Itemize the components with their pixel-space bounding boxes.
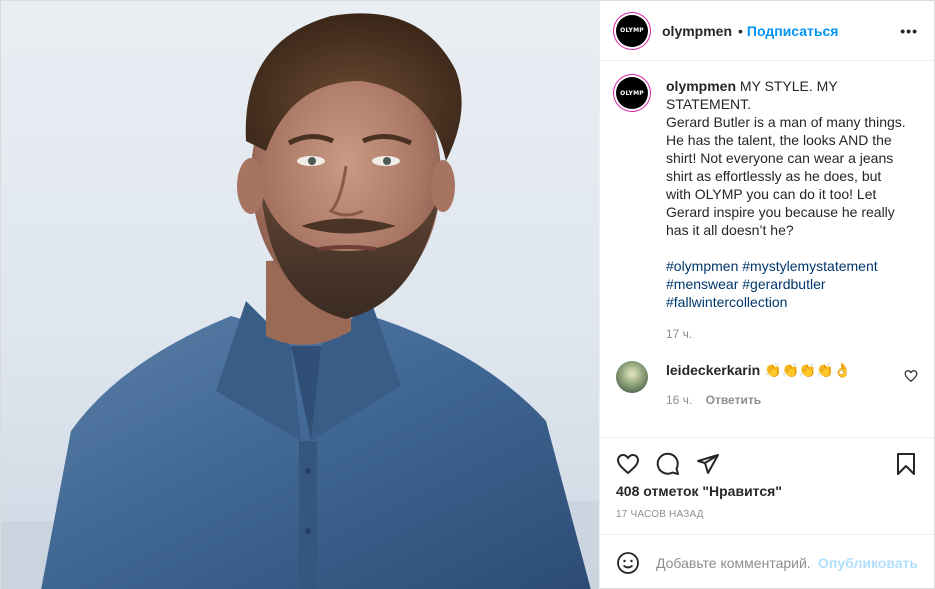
caption-text-line: Gerard inspire you because he really [666, 204, 895, 220]
author-username[interactable]: olympmen [662, 23, 732, 39]
comment-icon[interactable] [656, 452, 680, 476]
reply-comment: leideckerkarin 👏👏👏👏👌 16 ч. Ответить [616, 361, 918, 409]
follow-button[interactable]: Подписаться [747, 23, 839, 39]
author-avatar[interactable]: OLYMP [616, 14, 648, 47]
more-options-icon[interactable]: ••• [900, 23, 918, 39]
caption-avatar[interactable]: OLYMP [616, 77, 648, 109]
caption-text-line: He has the talent, the looks AND the [666, 132, 892, 148]
reply-body: leideckerkarin 👏👏👏👏👌 16 ч. Ответить [666, 361, 896, 409]
caption-comment: OLYMP olympmen MY STYLE. MY STATEMENT. G… [616, 77, 918, 343]
emoji-icon[interactable] [616, 551, 640, 575]
post-dialog: OLYMP olympmen • Подписаться ••• OLYMP o… [0, 0, 935, 589]
man-in-denim-shirt-photo [1, 13, 599, 589]
avatar-logo-text: OLYMP [620, 89, 644, 97]
like-comment-heart-icon[interactable] [904, 369, 918, 383]
hashtag-link[interactable]: #menswear [666, 276, 738, 292]
comment-input[interactable]: Добавьте комментарий... [656, 555, 812, 571]
share-icon[interactable] [696, 452, 720, 476]
post-header: OLYMP olympmen • Подписаться ••• [600, 1, 934, 61]
caption-text-line: with OLYMP you can do it too! Let [666, 186, 877, 202]
commenter-avatar[interactable] [616, 361, 648, 393]
caption-text-line: shirt! Not everyone can wear a jeans [666, 150, 894, 166]
hashtag-link[interactable]: #gerardbutler [742, 276, 825, 292]
reply-timestamp[interactable]: 16 ч. [666, 393, 692, 407]
likes-count[interactable]: 408 отметок "Нравится" [600, 483, 934, 499]
add-comment-bar: Добавьте комментарий... Опубликовать [600, 534, 934, 589]
reply-meta: 16 ч. Ответить [666, 391, 896, 409]
publish-button[interactable]: Опубликовать [818, 555, 918, 571]
caption-text-line: Gerard Butler is a man of many things. [666, 114, 906, 130]
hashtags: #olympmen #mystylemystatement #menswear … [666, 257, 918, 311]
header-separator: • [738, 22, 743, 39]
caption-text-line: shirt as effortlessly as he does, but [666, 168, 882, 184]
reply-button[interactable]: Ответить [706, 393, 761, 407]
hashtag-link[interactable]: #olympmen [666, 258, 738, 274]
reply-text: 👏👏👏👏👌 [764, 362, 852, 378]
posted-time[interactable]: 17 часов назад [600, 509, 934, 520]
caption-text-line: has it all doesn’t he? [666, 222, 794, 238]
caption-text-line: MY STYLE. MY [739, 78, 838, 94]
post-photo[interactable] [1, 1, 599, 589]
comments-list[interactable]: OLYMP olympmen MY STYLE. MY STATEMENT. G… [600, 61, 934, 437]
avatar-logo-text: OLYMP [620, 27, 644, 34]
hashtag-link[interactable]: #fallwintercollection [666, 294, 787, 310]
bookmark-icon[interactable] [894, 452, 918, 476]
like-heart-icon[interactable] [616, 452, 640, 476]
hashtag-link[interactable]: #mystylemystatement [742, 258, 877, 274]
post-side-panel: OLYMP olympmen • Подписаться ••• OLYMP o… [599, 1, 934, 589]
caption-body: olympmen MY STYLE. MY STATEMENT. Gerard … [666, 77, 918, 343]
caption-timestamp[interactable]: 17 ч. [666, 325, 918, 343]
reply-username[interactable]: leideckerkarin [666, 362, 760, 378]
action-bar [600, 437, 934, 489]
caption-username[interactable]: olympmen [666, 78, 736, 94]
caption-text-line: STATEMENT. [666, 96, 752, 112]
